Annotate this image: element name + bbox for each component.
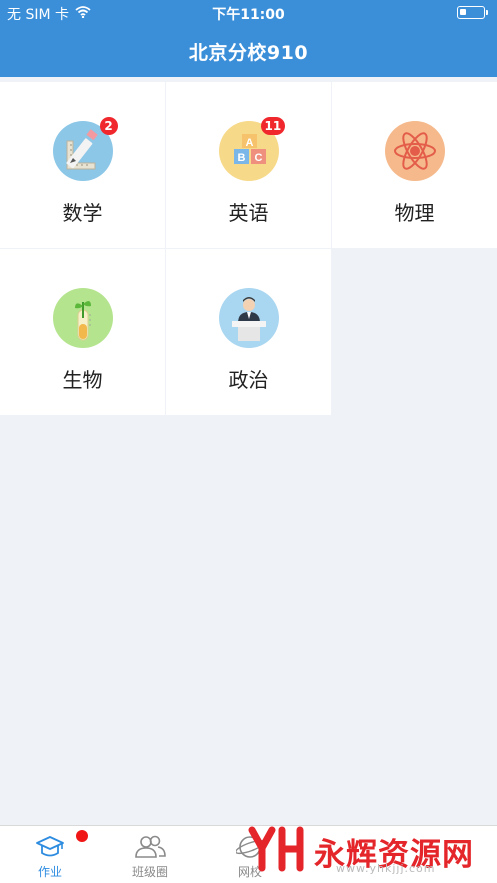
watermark-logo	[248, 824, 310, 878]
subject-icon-wrap: A B C 11	[218, 117, 286, 181]
svg-text:A: A	[245, 137, 253, 149]
subject-icon-wrap: 2	[52, 117, 118, 181]
subject-label: 英语	[228, 201, 269, 225]
app-header: 无 SIM 卡 下午11:00 北京分校910	[0, 0, 497, 77]
subject-icon-wrap	[384, 121, 445, 181]
atom-icon	[384, 121, 445, 181]
svg-text:B: B	[237, 152, 245, 164]
badge-count: 11	[260, 117, 286, 135]
subject-tile-politics[interactable]: 政治	[166, 249, 331, 415]
tab-label: 班级圈	[131, 865, 168, 879]
subject-tile-biology[interactable]: 生物	[0, 249, 165, 415]
plant-test-tube-icon	[52, 288, 113, 348]
status-time: 下午11:00	[212, 7, 285, 23]
watermark: 永辉资源网 www.yhkjjj.com	[248, 822, 488, 880]
subject-label: 政治	[228, 368, 269, 392]
svg-text:C: C	[254, 152, 262, 164]
tab-class-circle[interactable]: 班级圈	[100, 826, 200, 883]
subject-label: 数学	[62, 201, 103, 225]
subject-tile-math[interactable]: 2 数学	[0, 82, 165, 248]
subject-label: 生物	[62, 368, 103, 392]
speaker-podium-icon	[218, 288, 279, 348]
watermark-url: www.yhkjjj.com	[336, 862, 436, 875]
subject-label: 物理	[394, 201, 435, 225]
graduation-cap-icon	[35, 834, 65, 860]
page-title: 北京分校910	[188, 42, 309, 64]
subject-tile-physics[interactable]: 物理	[332, 82, 497, 248]
tab-label: 作业	[37, 865, 62, 879]
battery-icon	[457, 6, 488, 19]
subject-tile-english[interactable]: A B C 11 英语	[166, 82, 331, 248]
status-bar: 无 SIM 卡 下午11:00	[0, 0, 497, 26]
people-icon	[133, 834, 167, 860]
subject-icon-wrap	[218, 288, 279, 348]
notification-dot	[76, 830, 88, 842]
badge-count: 2	[99, 117, 118, 135]
subject-icon-wrap	[52, 288, 113, 348]
